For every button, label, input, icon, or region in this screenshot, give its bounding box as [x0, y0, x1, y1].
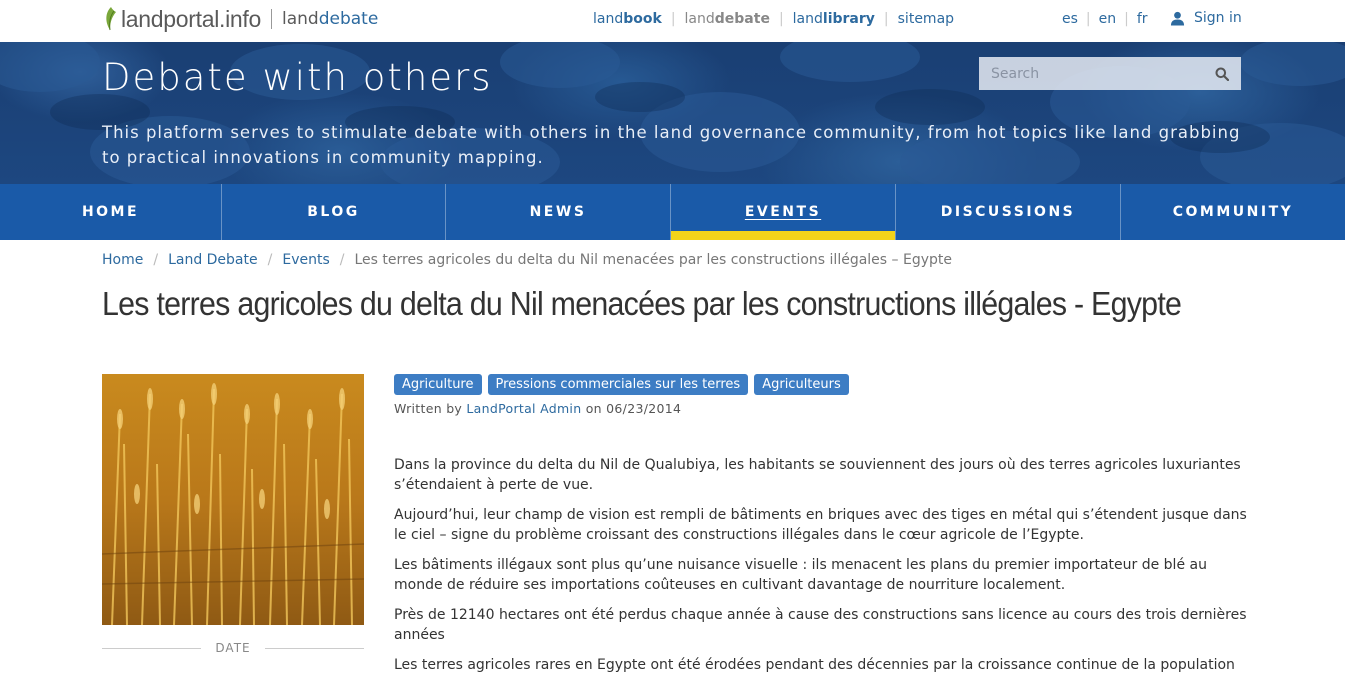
search-box [979, 57, 1241, 90]
portal-nav-sitemap[interactable]: sitemap [898, 11, 954, 27]
nav-separator: | [883, 11, 889, 27]
article-paragraph: Les terres agricoles rares en Egypte ont… [394, 657, 1235, 673]
breadcrumb-current: Les terres agricoles du delta du Nil men… [354, 252, 952, 268]
lang-separator: | [1085, 11, 1091, 27]
sign-in-label: Sign in [1194, 10, 1242, 26]
breadcrumb: Home / Land Debate / Events / Les terres… [102, 252, 952, 268]
sign-in-link[interactable]: Sign in [1170, 10, 1242, 26]
breadcrumb-events[interactable]: Events [282, 252, 329, 268]
nav-separator: | [670, 11, 676, 27]
portal-nav-landlibrary[interactable]: landlibrary [793, 11, 875, 27]
wheat-field-image [102, 374, 364, 625]
article-paragraph: Aujourd’hui, leur champ de vision est re… [394, 507, 1247, 543]
search-icon [1215, 67, 1229, 81]
lang-es[interactable]: es [1062, 11, 1078, 27]
article-paragraph: Dans la province du delta du Nil de Qual… [394, 457, 1241, 493]
date-section-label: DATE [102, 640, 364, 656]
logo-text: landportal.info [121, 5, 261, 32]
tag-commercial-pressures[interactable]: Pressions commerciales sur les terres [487, 374, 749, 395]
top-bar: landportal.info landdebate landbook | la… [0, 0, 1345, 42]
byline: Written by LandPortal Admin on 06/23/201… [394, 401, 681, 416]
nav-home[interactable]: HOME [0, 184, 222, 240]
portal-nav: landbook | landdebate | landlibrary | si… [593, 11, 954, 27]
banner-description: This platform serves to stimulate debate… [102, 123, 1241, 167]
divider [102, 647, 202, 649]
article-paragraph: Les bâtiments illégaux sont plus qu’une … [394, 557, 1207, 593]
nav-community[interactable]: COMMUNITY [1121, 184, 1345, 240]
logo-divider [271, 9, 272, 29]
publish-date: 06/23/2014 [606, 401, 682, 416]
tag-agriculture[interactable]: Agriculture [394, 374, 482, 395]
byline-prefix: Written by [394, 401, 463, 416]
logo-section-name: landdebate [282, 9, 379, 29]
page-title: Les terres agricoles du delta du Nil men… [102, 285, 1182, 322]
author-link[interactable]: LandPortal Admin [466, 401, 581, 416]
divider [264, 647, 364, 649]
language-switcher: es | en | fr [1062, 11, 1148, 27]
hero-banner: Debate with others This platform serves … [0, 42, 1345, 184]
wheat-field-picture [102, 374, 364, 625]
lang-separator: | [1124, 11, 1129, 27]
breadcrumb-separator: / [153, 252, 159, 268]
date-label-text: DATE [215, 641, 251, 655]
user-icon [1170, 11, 1185, 26]
lang-fr[interactable]: fr [1137, 11, 1148, 27]
search-input[interactable] [979, 58, 1205, 89]
tag-farmers[interactable]: Agriculteurs [754, 374, 849, 395]
leaf-icon [106, 7, 116, 31]
breadcrumb-home[interactable]: Home [102, 252, 143, 268]
breadcrumb-separator: / [339, 252, 345, 268]
nav-discussions[interactable]: DISCUSSIONS [896, 184, 1121, 240]
nav-news[interactable]: NEWS [446, 184, 671, 240]
portal-nav-landdebate[interactable]: landdebate [685, 11, 770, 27]
nav-separator: | [778, 11, 784, 27]
site-logo[interactable]: landportal.info landdebate [104, 4, 378, 34]
lang-en[interactable]: en [1099, 11, 1117, 27]
portal-nav-landbook[interactable]: landbook [593, 11, 662, 27]
search-button[interactable] [1205, 57, 1239, 90]
article-paragraph: Près de 12140 hectares ont été perdus ch… [394, 607, 1247, 643]
main-nav: HOME BLOG NEWS EVENTS DISCUSSIONS COMMUN… [0, 184, 1345, 240]
nav-blog[interactable]: BLOG [222, 184, 446, 240]
byline-on: on [585, 401, 602, 416]
breadcrumb-separator: / [267, 252, 273, 268]
nav-events[interactable]: EVENTS [671, 184, 896, 240]
banner-title: Debate with others [102, 56, 493, 99]
breadcrumb-land-debate[interactable]: Land Debate [168, 252, 258, 268]
article-body: Dans la province du delta du Nil de Qual… [394, 455, 1249, 673]
tag-list: Agriculture Pressions commerciales sur l… [394, 374, 855, 395]
